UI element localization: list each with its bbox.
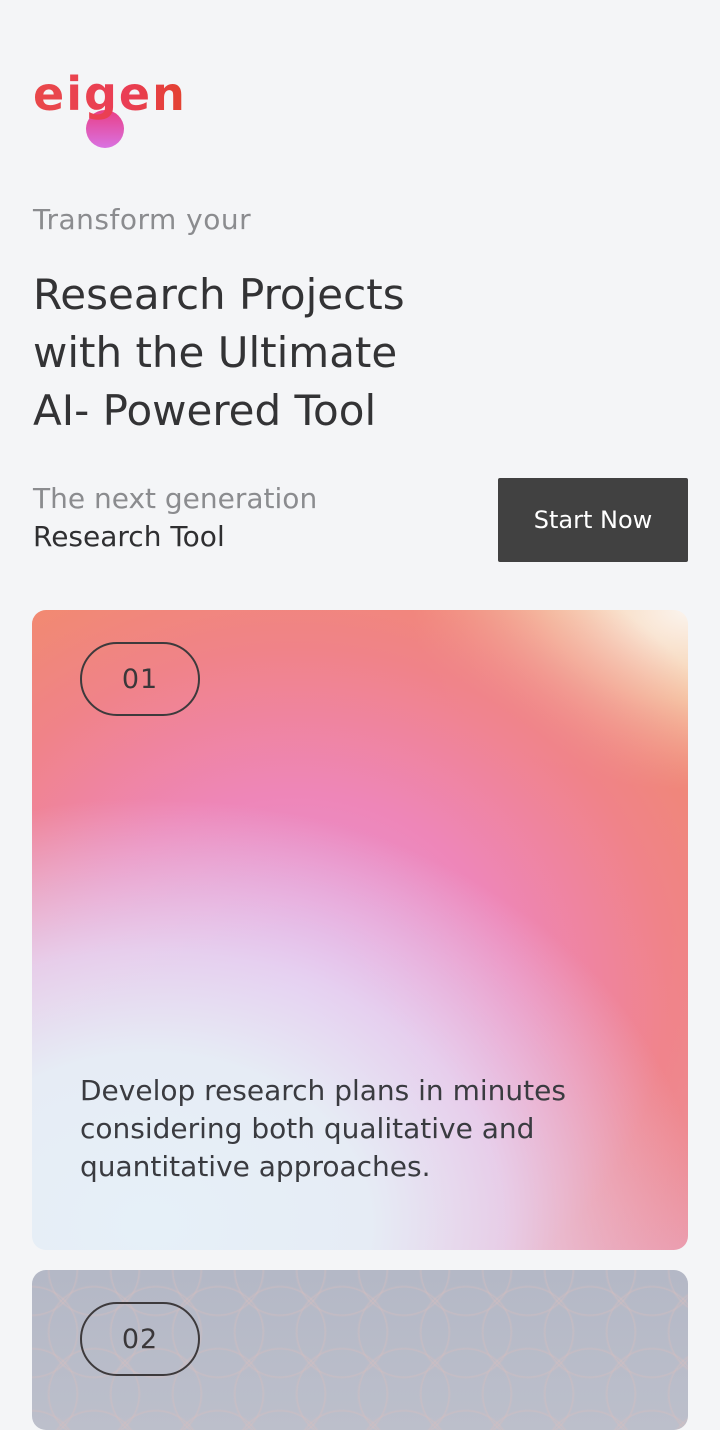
hero-eyebrow: Transform your [33,203,252,236]
hero-headline: Research Projects with the Ultimate AI- … [33,266,633,440]
hero-subtitle-line-2: Research Tool [33,520,225,553]
card-number-badge: 01 [80,642,200,716]
card-description: Develop research plans in minutes consid… [80,1074,566,1183]
start-now-button[interactable]: Start Now [498,478,688,562]
logo-wordmark: eigen [33,67,187,121]
headline-line: with the Ultimate [33,328,398,377]
headline-line: AI- Powered Tool [33,386,377,435]
brand-logo[interactable]: eigen [33,64,203,154]
card-number-badge: 02 [80,1302,200,1376]
feature-card-02: 02 [32,1270,688,1430]
hero-subtitle-line-1: The next generation [33,482,318,515]
headline-line: Research Projects [33,270,405,319]
feature-card-01: 01 Develop research plans in minutes con… [32,610,688,1250]
